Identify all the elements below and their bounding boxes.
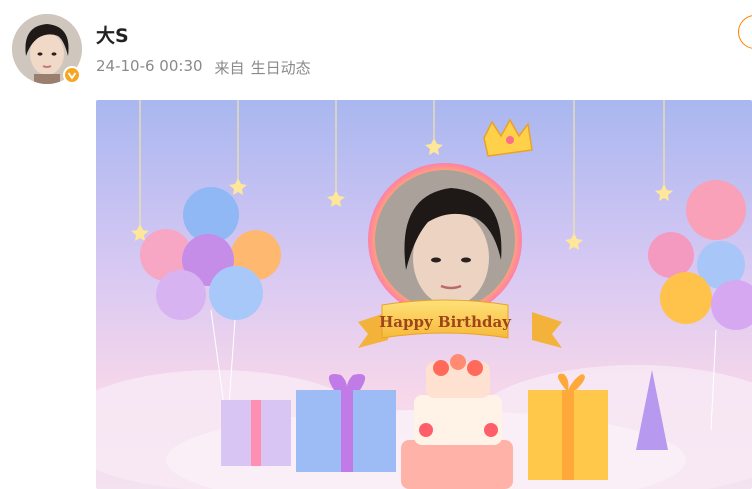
verified-badge-icon — [63, 66, 81, 84]
birthday-card-image[interactable]: Happy Birthday — [96, 100, 752, 489]
post-timestamp[interactable]: 24-10-6 00:30 — [96, 57, 203, 78]
post-source: 来自 生日动态 — [215, 57, 311, 78]
source-name-link[interactable]: 生日动态 — [251, 57, 311, 78]
source-prefix: 来自 — [214, 59, 245, 77]
post-meta: 24-10-6 00:30 来自 生日动态 — [96, 57, 311, 78]
banner-text: Happy Birthday — [379, 313, 512, 331]
follow-button[interactable] — [738, 15, 752, 49]
username-link[interactable]: 大S — [96, 21, 129, 48]
